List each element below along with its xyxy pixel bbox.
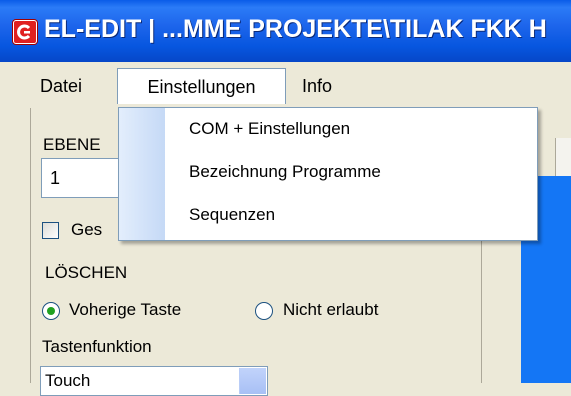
loeschen-label: LÖSCHEN [45,263,128,282]
window-title: EL-EDIT | ...MME PROJEKTE\TILAK FKK H [44,15,547,43]
tastenfunktion-select-value: Touch [45,371,91,390]
menu-item-com-einstellungen[interactable]: COM + Einstellungen [189,119,350,139]
menu-item-sequenzen[interactable]: Sequenzen [189,205,275,225]
tastenfunktion-label: Tastenfunktion [42,337,152,356]
chevron-down-icon[interactable] [239,368,266,394]
radio-voherige-taste-label: Voherige Taste [69,300,182,319]
dropdown-icon-gutter [119,108,165,240]
ges-checkbox-label: Ges [71,220,103,239]
radio-nicht-erlaubt[interactable] [255,302,273,320]
radio-nicht-erlaubt-label: Nicht erlaubt [283,300,379,319]
menu-bar: Datei Einstellungen Info [0,62,571,108]
menu-datei[interactable]: Datei [30,68,92,104]
radio-voherige-taste[interactable] [42,302,60,320]
app-logo-glyph [17,24,31,40]
menu-einstellungen[interactable]: Einstellungen [117,68,286,104]
ges-checkbox[interactable] [42,222,59,239]
menu-item-bezeichnung-programme[interactable]: Bezeichnung Programme [189,162,381,182]
menu-info[interactable]: Info [292,68,342,104]
ebene-label: EBENE [43,135,101,154]
tab-header[interactable] [555,138,571,178]
title-bar[interactable]: EL-EDIT | ...MME PROJEKTE\TILAK FKK H [0,0,571,62]
tastenfunktion-select[interactable]: Touch [40,366,268,396]
einstellungen-dropdown: COM + Einstellungen Bezeichnung Programm… [118,107,538,241]
app-logo-icon[interactable] [13,20,37,44]
